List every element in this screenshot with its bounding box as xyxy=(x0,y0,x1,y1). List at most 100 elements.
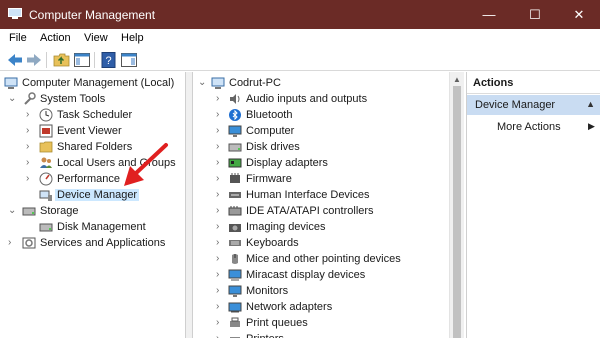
chevron-down-icon[interactable]: ⌄ xyxy=(8,93,16,104)
tree-label: Event Viewer xyxy=(57,125,122,137)
device-category-row[interactable]: › Print queues xyxy=(194,315,449,331)
chevron-right-icon[interactable]: › xyxy=(216,157,224,168)
chevron-right-icon[interactable]: › xyxy=(26,173,34,184)
maximize-button[interactable]: ☐ xyxy=(512,0,558,29)
device-category-label: Disk drives xyxy=(246,141,300,153)
chevron-right-icon[interactable]: › xyxy=(26,141,34,152)
device-category-label: Printers xyxy=(246,333,284,338)
device-category-row[interactable]: › Mice and other pointing devices xyxy=(194,251,449,267)
device-category-row[interactable]: › Miracast display devices xyxy=(194,267,449,283)
pane-splitter[interactable] xyxy=(186,72,193,338)
tree-label: Disk Management xyxy=(57,221,146,233)
actions-section-device-manager[interactable]: Device Manager ▲ xyxy=(467,95,600,115)
device-category-row[interactable]: › Computer xyxy=(194,123,449,139)
tree-task-scheduler[interactable]: › Task Scheduler xyxy=(0,107,185,123)
tree-disk-management[interactable]: Disk Management xyxy=(0,219,185,235)
minimize-button[interactable]: — xyxy=(466,0,512,29)
help-icon[interactable]: ? xyxy=(100,51,118,69)
device-category-label: Human Interface Devices xyxy=(246,189,370,201)
toolbar: ? xyxy=(0,49,600,71)
chevron-down-icon[interactable]: ⌄ xyxy=(8,205,16,216)
menu-action[interactable]: Action xyxy=(40,32,71,44)
chevron-right-icon[interactable]: › xyxy=(216,269,224,280)
vertical-scrollbar[interactable]: ▲ xyxy=(449,72,464,338)
device-category-label: Audio inputs and outputs xyxy=(246,93,368,105)
menu-file[interactable]: File xyxy=(9,32,27,44)
tree-root[interactable]: Computer Management (Local) xyxy=(0,75,185,91)
chevron-down-icon[interactable]: ⌄ xyxy=(198,77,206,88)
device-category-row[interactable]: › Display adapters xyxy=(194,155,449,171)
device-category-row[interactable]: › Imaging devices xyxy=(194,219,449,235)
close-button[interactable]: ✕ xyxy=(556,0,600,29)
actions-pane: Actions Device Manager ▲ More Actions ▶ xyxy=(466,72,600,338)
chevron-right-icon[interactable]: › xyxy=(216,253,224,264)
chevron-right-icon[interactable]: › xyxy=(216,221,224,232)
device-category-label: Computer xyxy=(246,125,295,137)
chevron-right-icon[interactable]: › xyxy=(216,109,224,120)
collapse-triangle-icon[interactable]: ▲ xyxy=(586,99,595,109)
device-category-row[interactable]: › Bluetooth xyxy=(194,107,449,123)
chevron-right-icon[interactable]: › xyxy=(216,333,224,338)
device-category-row[interactable]: › Printers xyxy=(194,331,449,338)
hid-icon xyxy=(229,192,241,198)
more-actions-link[interactable]: More Actions xyxy=(497,121,561,133)
shared-folder-icon xyxy=(39,141,53,153)
services-icon xyxy=(22,237,36,249)
device-category-label: Miracast display devices xyxy=(246,269,366,281)
network-adapter-icon xyxy=(228,302,242,313)
chevron-right-icon[interactable]: › xyxy=(216,237,224,248)
chevron-right-icon[interactable]: › xyxy=(216,125,224,136)
device-category-row[interactable]: › Monitors xyxy=(194,283,449,299)
tree-event-viewer[interactable]: › Event Viewer xyxy=(0,123,185,139)
device-category-row[interactable]: › Network adapters xyxy=(194,299,449,315)
device-category-row[interactable]: › IDE ATA/ATAPI controllers xyxy=(194,203,449,219)
device-category-label: Monitors xyxy=(246,285,289,297)
chevron-right-icon[interactable]: › xyxy=(216,205,224,216)
chevron-right-icon[interactable]: › xyxy=(216,141,224,152)
up-folder-icon[interactable] xyxy=(53,51,71,69)
chevron-right-icon[interactable]: › xyxy=(216,285,224,296)
scroll-up-arrow-icon[interactable]: ▲ xyxy=(453,75,461,84)
chevron-right-icon[interactable]: › xyxy=(216,93,224,104)
tree-storage[interactable]: ⌄ Storage xyxy=(0,203,185,219)
monitor-icon xyxy=(228,285,242,297)
device-category-label: Firmware xyxy=(246,173,292,185)
show-action-pane-icon[interactable] xyxy=(120,51,138,69)
chevron-right-icon[interactable]: › xyxy=(26,125,34,136)
tree-label: System Tools xyxy=(40,93,106,105)
chevron-right-icon[interactable]: › xyxy=(26,109,34,120)
computer-management-icon xyxy=(4,77,18,89)
device-category-row[interactable]: › Audio inputs and outputs xyxy=(194,91,449,107)
chevron-right-icon[interactable]: › xyxy=(8,237,16,248)
chevron-right-icon[interactable]: › xyxy=(26,157,34,168)
tree-label: Services and Applications xyxy=(40,237,166,249)
tree-services[interactable]: › Services and Applications xyxy=(0,235,185,251)
window-title: Computer Management xyxy=(29,8,156,22)
device-category-row[interactable]: › Human Interface Devices xyxy=(194,187,449,203)
submenu-arrow-icon[interactable]: ▶ xyxy=(588,121,595,132)
tree-system-tools[interactable]: ⌄ System Tools xyxy=(0,91,185,107)
show-hide-console-tree-icon[interactable] xyxy=(73,51,91,69)
chevron-right-icon[interactable]: › xyxy=(216,173,224,184)
chevron-right-icon[interactable]: › xyxy=(216,189,224,200)
back-arrow-icon[interactable] xyxy=(6,51,24,69)
scrollbar-thumb[interactable] xyxy=(453,86,461,338)
device-category-row[interactable]: › Disk drives xyxy=(194,139,449,155)
disk-drive-icon xyxy=(228,143,242,152)
menu-help[interactable]: Help xyxy=(121,32,144,44)
printer-icon xyxy=(230,337,240,338)
device-category-row[interactable]: › Keyboards xyxy=(194,235,449,251)
device-category-row[interactable]: › Firmware xyxy=(194,171,449,187)
mouse-icon xyxy=(232,254,238,264)
users-icon xyxy=(40,157,52,168)
monitor-icon xyxy=(228,125,242,137)
speaker-icon xyxy=(230,94,240,104)
menu-view[interactable]: View xyxy=(84,32,108,44)
miracast-icon xyxy=(228,269,242,281)
menu-bar: File Action View Help xyxy=(0,29,600,49)
chevron-right-icon[interactable]: › xyxy=(216,317,224,328)
device-root[interactable]: ⌄ Codrut-PC xyxy=(194,75,449,91)
forward-arrow-icon[interactable] xyxy=(25,51,43,69)
chevron-right-icon[interactable]: › xyxy=(216,301,224,312)
tree-label: Task Scheduler xyxy=(57,109,133,121)
